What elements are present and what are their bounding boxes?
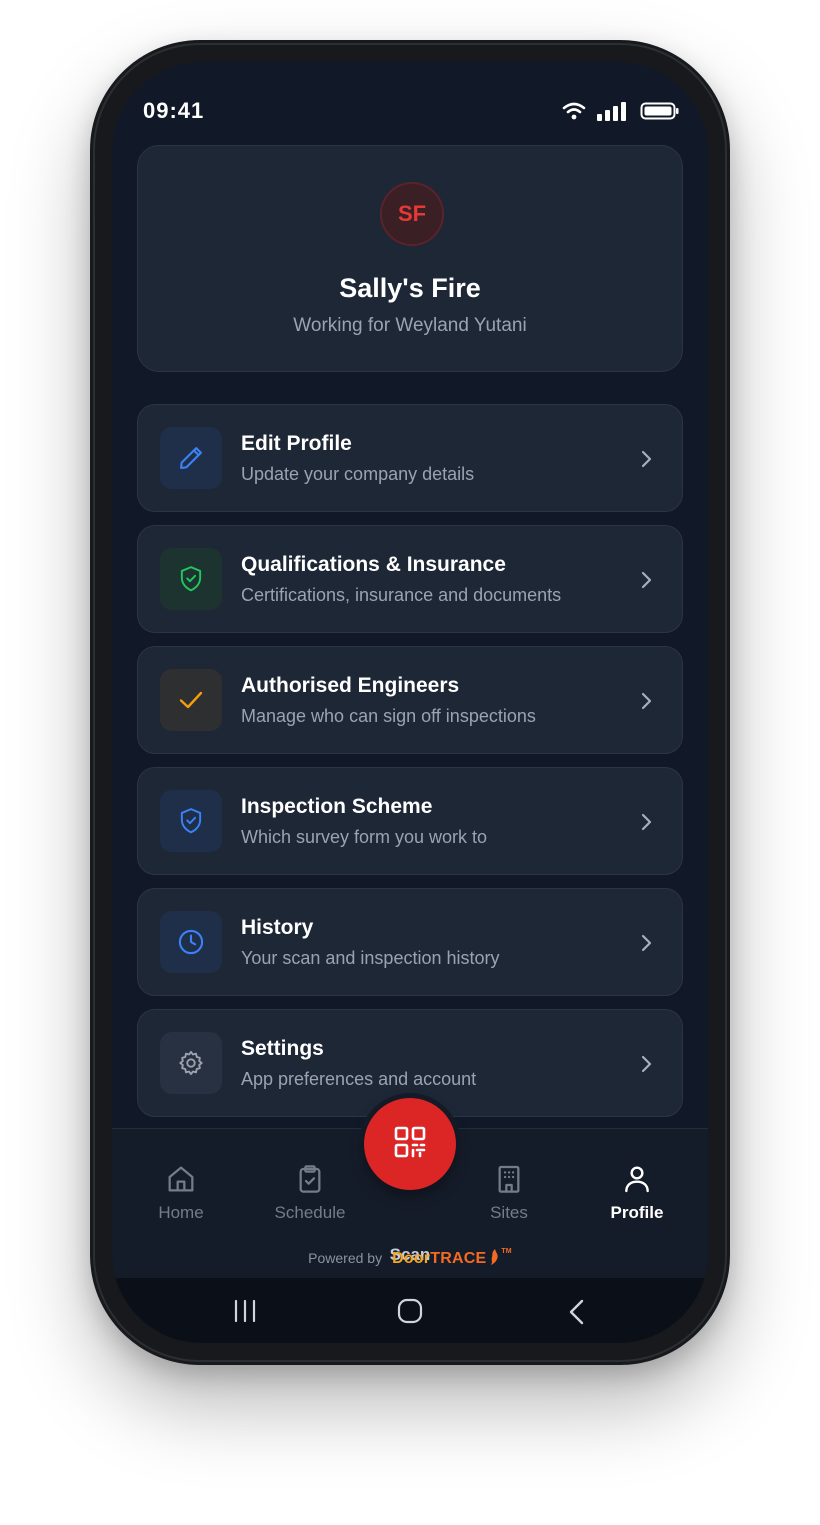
menu-item-title: Inspection Scheme [241,795,433,818]
menu-item-subtitle: Update your company details [241,464,475,484]
user-icon [582,1161,692,1197]
menu-item-title: Authorised Engineers [241,674,460,697]
flame-icon [491,1249,499,1265]
chevron-right-icon [640,691,654,716]
menu-item-inspection-scheme[interactable]: Inspection Scheme Which survey form you … [137,767,683,875]
home-icon [126,1161,236,1197]
shield-icon [160,790,222,852]
menu-item-title: Edit Profile [241,432,352,455]
menu-item-authorised-engineers[interactable]: Authorised Engineers Manage who can sign… [137,646,683,754]
doortrace-logo: DoorTRACE TM [392,1248,512,1268]
menu-item-edit-profile[interactable]: Edit Profile Update your company details [137,404,683,512]
menu-item-subtitle: Your scan and inspection history [241,948,500,968]
status-icons [562,100,680,127]
avatar: SF [380,182,444,246]
recent-apps-icon [234,1299,256,1323]
clock-icon [160,911,222,973]
menu-item-subtitle: Which survey form you work to [241,827,488,847]
tab-sites[interactable]: Sites [454,1161,564,1223]
tab-label: Sites [490,1203,528,1222]
system-nav-bar [112,1278,708,1343]
status-time: 09:41 [143,98,205,123]
menu-item-title: Qualifications & Insurance [241,553,506,576]
tab-label: Schedule [274,1203,346,1222]
company-subtitle: Working for Weyland Yutani [293,315,527,336]
chevron-right-icon [640,449,654,474]
tab-label: Profile [610,1203,664,1222]
back-button[interactable] [567,1298,587,1331]
building-icon [454,1161,564,1197]
chevron-right-icon [640,570,654,595]
signal-icon [596,100,630,127]
tab-schedule[interactable]: Schedule [255,1161,365,1223]
trademark: TM [501,1248,512,1255]
powered-by: Powered by DoorTRACE TM [112,1248,708,1268]
menu-item-subtitle: Manage who can sign off inspections [241,706,536,726]
brand-part-1: Door [392,1250,431,1267]
qr-code-icon [393,1125,427,1164]
wifi-icon [562,101,586,126]
app-screen: 09:41 SF Sally's Fire Working for Weylan… [112,62,708,1343]
home-nav-button[interactable] [397,1298,423,1329]
chevron-right-icon [640,812,654,837]
recent-apps-button[interactable] [232,1298,258,1329]
clipboard-check-icon [255,1161,365,1197]
check-icon [160,669,222,731]
home-circle-icon [397,1298,423,1324]
menu-item-title: History [241,916,314,939]
tab-home[interactable]: Home [126,1161,236,1223]
menu-item-subtitle: Certifications, insurance and documents [241,585,562,605]
menu-item-subtitle: App preferences and account [241,1069,477,1089]
phone-frame: 09:41 SF Sally's Fire Working for Weylan… [90,40,730,1365]
scan-button[interactable] [364,1098,456,1190]
menu-item-qualifications[interactable]: Qualifications & Insurance Certification… [137,525,683,633]
tab-profile[interactable]: Profile [582,1161,692,1223]
brand-part-2: TRACE [430,1250,487,1267]
menu-item-title: Settings [241,1037,324,1060]
chevron-right-icon [640,933,654,958]
pencil-icon [160,427,222,489]
gear-icon [160,1032,222,1094]
powered-by-label: Powered by [308,1250,383,1266]
profile-card: SF Sally's Fire Working for Weyland Yuta… [137,145,683,372]
tab-label: Home [158,1203,204,1222]
shield-check-icon [160,548,222,610]
battery-icon [640,101,680,126]
back-chevron-icon [569,1299,584,1325]
chevron-right-icon [640,1054,654,1079]
company-name: Sally's Fire [339,273,481,303]
menu-item-history[interactable]: History Your scan and inspection history [137,888,683,996]
